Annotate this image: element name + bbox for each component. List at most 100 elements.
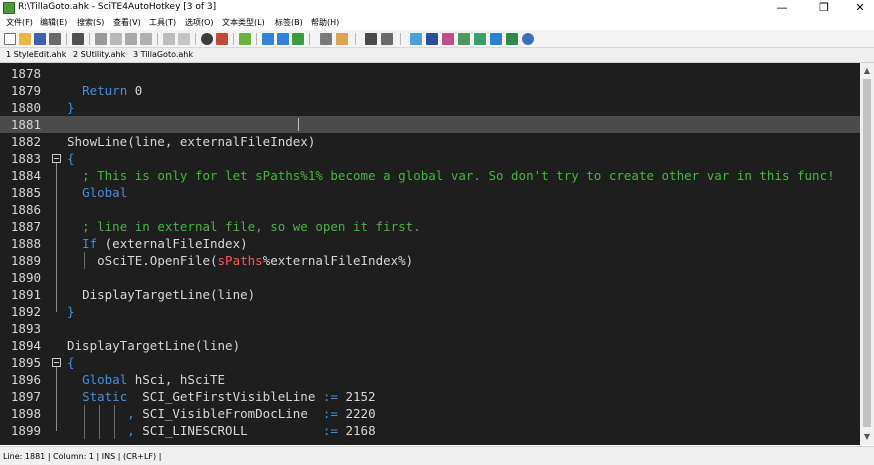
window-spy-icon[interactable] bbox=[320, 33, 332, 45]
run-icon[interactable] bbox=[262, 33, 274, 45]
compile-icon[interactable] bbox=[239, 33, 251, 45]
user-group-icon[interactable] bbox=[381, 33, 393, 45]
menu-edit[interactable]: 编辑(E) bbox=[40, 17, 67, 28]
line-number: 1899 bbox=[10, 423, 41, 438]
code-line[interactable]: 1880} bbox=[0, 99, 860, 116]
indent-guide bbox=[99, 405, 101, 422]
menu-options[interactable]: 选项(O) bbox=[185, 17, 214, 28]
print-icon[interactable] bbox=[72, 33, 84, 45]
line-number: 1891 bbox=[10, 287, 41, 302]
fold-toggle-icon[interactable] bbox=[52, 154, 61, 163]
fold-line bbox=[56, 163, 57, 312]
replace-icon[interactable] bbox=[216, 33, 228, 45]
code-line[interactable]: 1889 oSciTE.OpenFile(sPaths%externalFile… bbox=[0, 252, 860, 269]
code-line[interactable]: 1896 Global hSci, hSciTE bbox=[0, 371, 860, 388]
line-number: 1888 bbox=[10, 236, 41, 251]
scroll-up-arrow-icon[interactable]: ▲ bbox=[860, 64, 874, 78]
indent-guide bbox=[84, 422, 86, 439]
minimize-button[interactable]: — bbox=[768, 0, 796, 16]
copy-icon[interactable] bbox=[110, 33, 122, 45]
settings-icon[interactable] bbox=[336, 33, 348, 45]
code-line[interactable]: 1883 { bbox=[0, 150, 860, 167]
code-editor[interactable]: 1878 1879 Return 0 1880} 1881 1882 ShowLine(l… bbox=[0, 63, 860, 445]
font-icon[interactable] bbox=[426, 33, 438, 45]
scroll-down-arrow-icon[interactable]: ▼ bbox=[860, 430, 874, 444]
status-text: Line: 1881 | Column: 1 | INS | (CR+LF) | bbox=[3, 452, 162, 461]
style-icon[interactable] bbox=[458, 33, 470, 45]
code-line[interactable]: 1888 If (externalFileIndex) bbox=[0, 235, 860, 252]
code-line[interactable]: 1895 { bbox=[0, 354, 860, 371]
menu-file[interactable]: 文件(F) bbox=[6, 17, 33, 28]
indent-guide bbox=[114, 405, 116, 422]
code-line[interactable]: 1878 bbox=[0, 65, 860, 82]
line-number: 1886 bbox=[10, 202, 41, 217]
paste-icon[interactable] bbox=[125, 33, 137, 45]
indent-guide bbox=[99, 422, 101, 439]
vertical-scrollbar[interactable]: ▲ ▼ bbox=[860, 63, 874, 445]
fullscreen-icon[interactable] bbox=[410, 33, 422, 45]
code-text: { bbox=[67, 355, 75, 370]
code-line[interactable]: 1892} bbox=[0, 303, 860, 320]
line-number: 1887 bbox=[10, 219, 41, 234]
code-line[interactable]: 1887 ; line in external file, so we open… bbox=[0, 218, 860, 235]
menu-view[interactable]: 查看(V) bbox=[113, 17, 141, 28]
code-line[interactable]: 1894 DisplayTargetLine(line) bbox=[0, 337, 860, 354]
open-file-icon[interactable] bbox=[19, 33, 31, 45]
menu-search[interactable]: 搜索(S) bbox=[77, 17, 104, 28]
delete-icon[interactable] bbox=[140, 33, 152, 45]
indent-guide bbox=[84, 405, 86, 422]
code-line[interactable]: 1885 Global bbox=[0, 184, 860, 201]
scrollbar-thumb[interactable] bbox=[863, 79, 871, 427]
line-number: 1893 bbox=[10, 321, 41, 336]
code-line[interactable]: 1899 , SCI_LINESCROLL := 2168 bbox=[0, 422, 860, 439]
code-line[interactable]: 1898 , SCI_VisibleFromDocLine := 2220 bbox=[0, 405, 860, 422]
menu-language[interactable]: 文本类型(L) bbox=[222, 17, 265, 28]
code-line[interactable]: 1879 Return 0 bbox=[0, 82, 860, 99]
save-all-icon[interactable] bbox=[49, 33, 61, 45]
tab-tillagoto[interactable]: 3 TillaGoto.ahk bbox=[133, 50, 193, 59]
code-text: Static SCI_GetFirstVisibleLine := 2152 bbox=[82, 389, 376, 404]
search-icon[interactable] bbox=[522, 33, 534, 45]
user-icon[interactable] bbox=[365, 33, 377, 45]
save-icon[interactable] bbox=[34, 33, 46, 45]
code-line[interactable]: 1891 DisplayTargetLine(line) bbox=[0, 286, 860, 303]
tab-styleedit[interactable]: 1 StyleEdit.ahk bbox=[6, 50, 66, 59]
code-line[interactable]: 1886 bbox=[0, 201, 860, 218]
redo-icon[interactable] bbox=[178, 33, 190, 45]
title-bar: R:\TillaGoto.ahk - SciTE4AutoHotkey [3 o… bbox=[0, 0, 874, 16]
new-file-icon[interactable] bbox=[4, 33, 16, 45]
line-number: 1884 bbox=[10, 168, 41, 183]
line-number: 1896 bbox=[10, 372, 41, 387]
cut-icon[interactable] bbox=[95, 33, 107, 45]
charset-icon[interactable] bbox=[442, 33, 454, 45]
code-line[interactable]: 1897 Static SCI_GetFirstVisibleLine := 2… bbox=[0, 388, 860, 405]
code-text: DisplayTargetLine(line) bbox=[82, 287, 256, 302]
find-icon[interactable] bbox=[201, 33, 213, 45]
line-number: 1885 bbox=[10, 185, 41, 200]
code-line[interactable]: 1884 ; This is only for let sPaths%1% be… bbox=[0, 167, 860, 184]
code-text: , SCI_LINESCROLL := 2168 bbox=[127, 423, 376, 438]
code-text: , SCI_VisibleFromDocLine := 2220 bbox=[127, 406, 376, 421]
menu-tools[interactable]: 工具(T) bbox=[149, 17, 176, 28]
line-number: 1889 bbox=[10, 253, 41, 268]
debug-icon[interactable] bbox=[292, 33, 304, 45]
indent-guide bbox=[84, 252, 86, 269]
tree-icon[interactable] bbox=[474, 33, 486, 45]
menu-buffers[interactable]: 标签(B) bbox=[275, 17, 303, 28]
tab-sutility[interactable]: 2 SUtility.ahk bbox=[73, 50, 125, 59]
menu-help[interactable]: 帮助(H) bbox=[311, 17, 339, 28]
line-number: 1895 bbox=[10, 355, 41, 370]
line-number: 1883 bbox=[10, 151, 41, 166]
code-line[interactable]: 1882 ShowLine(line, externalFileIndex) bbox=[0, 133, 860, 150]
grid-icon[interactable] bbox=[490, 33, 502, 45]
step-icon[interactable] bbox=[277, 33, 289, 45]
text-cursor bbox=[298, 118, 299, 131]
zoom-icon[interactable] bbox=[506, 33, 518, 45]
maximize-button[interactable]: ❐ bbox=[810, 0, 838, 16]
close-button[interactable]: ✕ bbox=[846, 0, 874, 16]
fold-toggle-icon[interactable] bbox=[52, 358, 61, 367]
code-line[interactable]: 1881 bbox=[0, 116, 860, 133]
undo-icon[interactable] bbox=[163, 33, 175, 45]
code-line[interactable]: 1890 bbox=[0, 269, 860, 286]
code-line[interactable]: 1893 bbox=[0, 320, 860, 337]
